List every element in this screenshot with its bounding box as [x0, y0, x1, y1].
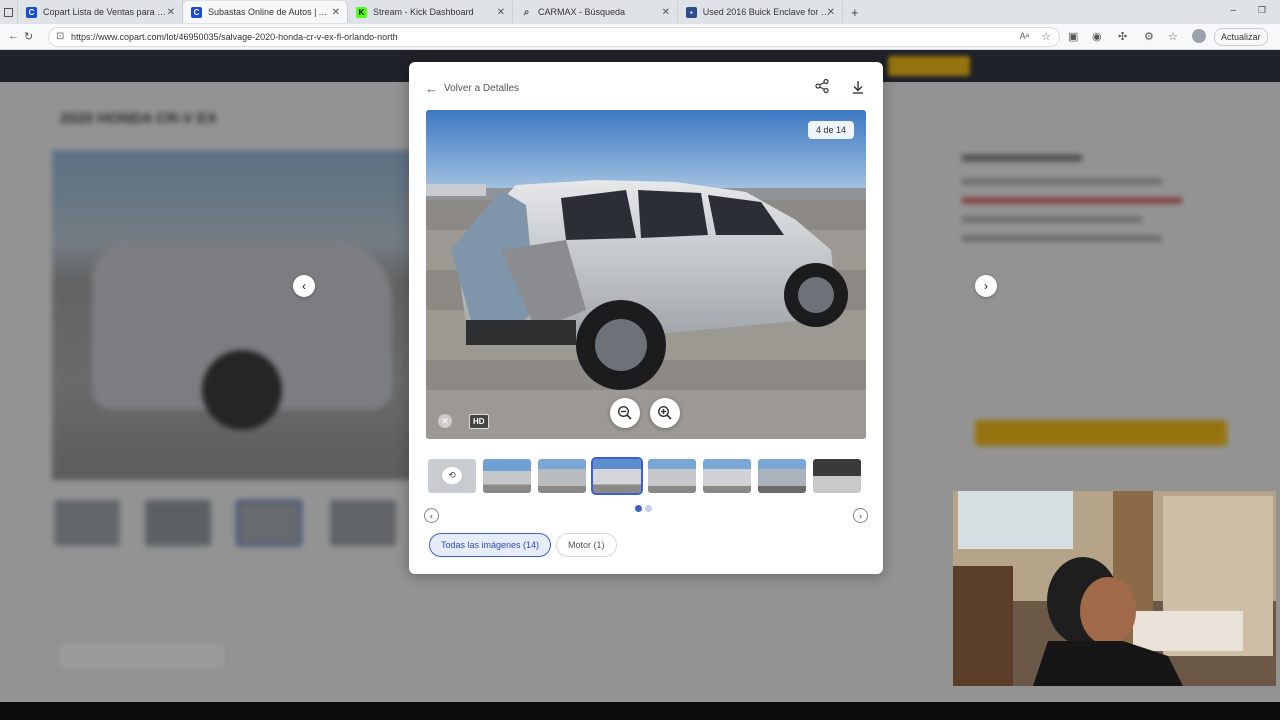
restore-button[interactable]: ❐ — [1258, 5, 1266, 16]
filter-motor[interactable]: Motor (1) — [556, 533, 617, 557]
kick-icon: K — [356, 6, 367, 18]
hd-toggle[interactable]: HD — [469, 414, 489, 429]
tab-copart-subastas[interactable]: C Subastas Online de Autos | Autos ✕ — [183, 1, 348, 23]
cars-icon: ▪ — [686, 6, 697, 18]
url-text: https://www.copart.com/lot/46950035/salv… — [71, 32, 398, 42]
refresh-icon[interactable]: ↻ — [24, 30, 33, 43]
share-icon[interactable] — [814, 78, 830, 94]
close-tab-icon[interactable]: ✕ — [497, 7, 505, 18]
next-image-button[interactable]: › — [975, 275, 997, 297]
back-to-details-link[interactable]: ← Volver a Detalles — [425, 81, 519, 96]
puzzle-icon[interactable]: ✣ — [1118, 30, 1127, 43]
close-tab-icon[interactable]: ✕ — [827, 7, 835, 18]
tab-actions-icon[interactable] — [0, 1, 18, 23]
thumbnail-image[interactable] — [703, 459, 751, 493]
main-vehicle-photo[interactable]: 4 de 14 ✕ HD — [426, 110, 866, 439]
streamer-webcam — [953, 491, 1276, 686]
webcam-feed-illustration — [953, 491, 1276, 686]
new-tab-button[interactable]: + — [851, 5, 859, 20]
thumbs-prev-button[interactable]: ‹ — [424, 508, 439, 523]
tab-buick-enclave[interactable]: ▪ Used 2016 Buick Enclave for sale ✕ — [678, 1, 843, 23]
collections-icon[interactable]: ▣ — [1068, 30, 1078, 43]
os-taskbar — [0, 702, 1280, 720]
page-dot[interactable] — [645, 505, 652, 512]
zoom-in-button[interactable] — [650, 398, 680, 428]
extension-icon[interactable]: ◉ — [1092, 30, 1102, 43]
vehicle-photo-illustration — [426, 110, 866, 439]
close-tab-icon[interactable]: ✕ — [167, 7, 175, 18]
update-button[interactable]: Actualizar — [1214, 28, 1268, 46]
thumbnail-interior[interactable] — [813, 459, 861, 493]
arrow-left-icon: ← — [425, 81, 438, 96]
image-counter: 4 de 14 — [807, 121, 854, 139]
close-tab-icon[interactable]: ✕ — [662, 7, 670, 18]
read-aloud-icon[interactable]: Aᵃ — [1020, 31, 1029, 41]
thumbs-next-button[interactable]: › — [853, 508, 868, 523]
browser-tab-bar: C Copart Lista de Ventas para - Sub ✕ C … — [0, 0, 1280, 24]
address-bar[interactable]: ⊡ https://www.copart.com/lot/46950035/sa… — [48, 27, 1060, 47]
thumbnail-strip: ⟲ — [428, 457, 861, 495]
close-tab-icon[interactable]: ✕ — [332, 7, 340, 18]
rotate-360-icon: ⟲ — [442, 467, 462, 484]
lock-icon: ⊡ — [56, 31, 65, 42]
search-icon: ⌕ — [523, 6, 530, 18]
tab-copart-ventas[interactable]: C Copart Lista de Ventas para - Sub ✕ — [18, 1, 183, 23]
browser-toolbar: ← ↻ ⊡ https://www.copart.com/lot/4695003… — [0, 24, 1280, 50]
minimize-button[interactable]: – — [1230, 5, 1236, 16]
zoom-out-icon — [617, 405, 632, 420]
page-dot-active[interactable] — [635, 505, 642, 512]
close-hd-icon[interactable]: ✕ — [438, 414, 452, 428]
thumbnail-image[interactable] — [758, 459, 806, 493]
tab-kick-dashboard[interactable]: K Stream - Kick Dashboard ✕ — [348, 1, 513, 23]
tab-carmax[interactable]: ⌕ CARMAX - Búsqueda ✕ — [513, 1, 678, 23]
thumbnail-image-selected[interactable] — [591, 457, 643, 495]
thumbnail-image[interactable] — [648, 459, 696, 493]
profile-avatar[interactable] — [1192, 29, 1206, 43]
zoom-in-icon — [657, 405, 672, 420]
favorite-star-icon[interactable]: ☆ — [1041, 30, 1051, 43]
back-icon[interactable]: ← — [8, 30, 19, 42]
download-icon[interactable] — [850, 79, 866, 95]
thumbnail-image[interactable] — [483, 459, 531, 493]
thumbnail-image[interactable] — [538, 459, 586, 493]
copart-icon: C — [26, 6, 37, 18]
image-viewer-modal: ← Volver a Detalles 4 de 14 ✕ HD ⟲ ‹ › T… — [409, 62, 883, 574]
filter-all-images[interactable]: Todas las imágenes (14) — [429, 533, 552, 557]
prev-image-button[interactable]: ‹ — [293, 275, 315, 297]
favorites-icon[interactable]: ☆ — [1168, 30, 1178, 43]
back-label: Volver a Detalles — [444, 83, 520, 94]
settings-icon[interactable]: ⚙ — [1144, 30, 1154, 43]
thumbnail-360[interactable]: ⟲ — [428, 459, 476, 493]
zoom-out-button[interactable] — [610, 398, 640, 428]
copart-icon: C — [191, 6, 202, 18]
